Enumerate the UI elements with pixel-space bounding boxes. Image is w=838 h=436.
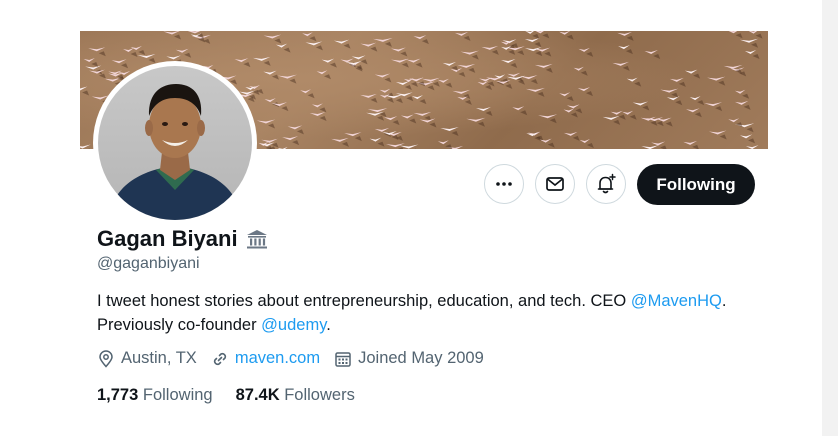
bell-plus-icon: [597, 173, 616, 194]
location-item: Austin, TX: [97, 349, 197, 368]
website-link[interactable]: maven.com: [235, 349, 320, 368]
user-handle: @gaganbiyani: [97, 255, 200, 272]
display-name: Gagan Biyani: [97, 226, 238, 251]
avatar-photo: [98, 66, 252, 220]
joined-text: Joined May 2009: [358, 349, 484, 367]
following-stat-link[interactable]: 1,773 Following: [97, 386, 213, 405]
notifications-button[interactable]: [586, 164, 626, 204]
location-text: Austin, TX: [121, 349, 197, 367]
more-button[interactable]: [484, 164, 524, 204]
message-button[interactable]: [535, 164, 575, 204]
website-item: maven.com: [211, 349, 320, 368]
profile-meta: Austin, TX maven.com Joined May 2009: [97, 349, 498, 368]
following-button[interactable]: Following: [637, 164, 755, 205]
joined-item: Joined May 2009: [334, 349, 484, 368]
follow-stats: 1,773 Following 87.4K Followers: [97, 386, 378, 405]
name-row: Gagan Biyani: [97, 226, 268, 252]
bio-text: .: [326, 316, 331, 334]
calendar-icon: [335, 351, 351, 367]
followers-label: Followers: [284, 386, 355, 404]
envelope-icon: [546, 177, 564, 191]
followers-stat-link[interactable]: 87.4K Followers: [236, 386, 355, 405]
following-label: Following: [142, 386, 213, 404]
bio-text: I tweet honest stories about entrepreneu…: [97, 292, 631, 310]
window-edge-strip: [822, 0, 838, 436]
profile-header: Following Gagan Biyani @gaganbiyani I tw…: [80, 31, 768, 436]
link-icon: [213, 352, 226, 365]
profile-avatar[interactable]: [93, 61, 257, 225]
mention-link-mavenhq[interactable]: @MavenHQ: [631, 292, 722, 310]
mention-link-udemy[interactable]: @udemy: [261, 316, 326, 334]
government-building-icon[interactable]: [246, 228, 268, 250]
followers-count: 87.4K: [235, 386, 280, 404]
following-count: 1,773: [97, 386, 139, 404]
more-icon: [496, 182, 512, 186]
location-pin-icon: [99, 349, 113, 368]
profile-bio: I tweet honest stories about entrepreneu…: [97, 289, 737, 337]
